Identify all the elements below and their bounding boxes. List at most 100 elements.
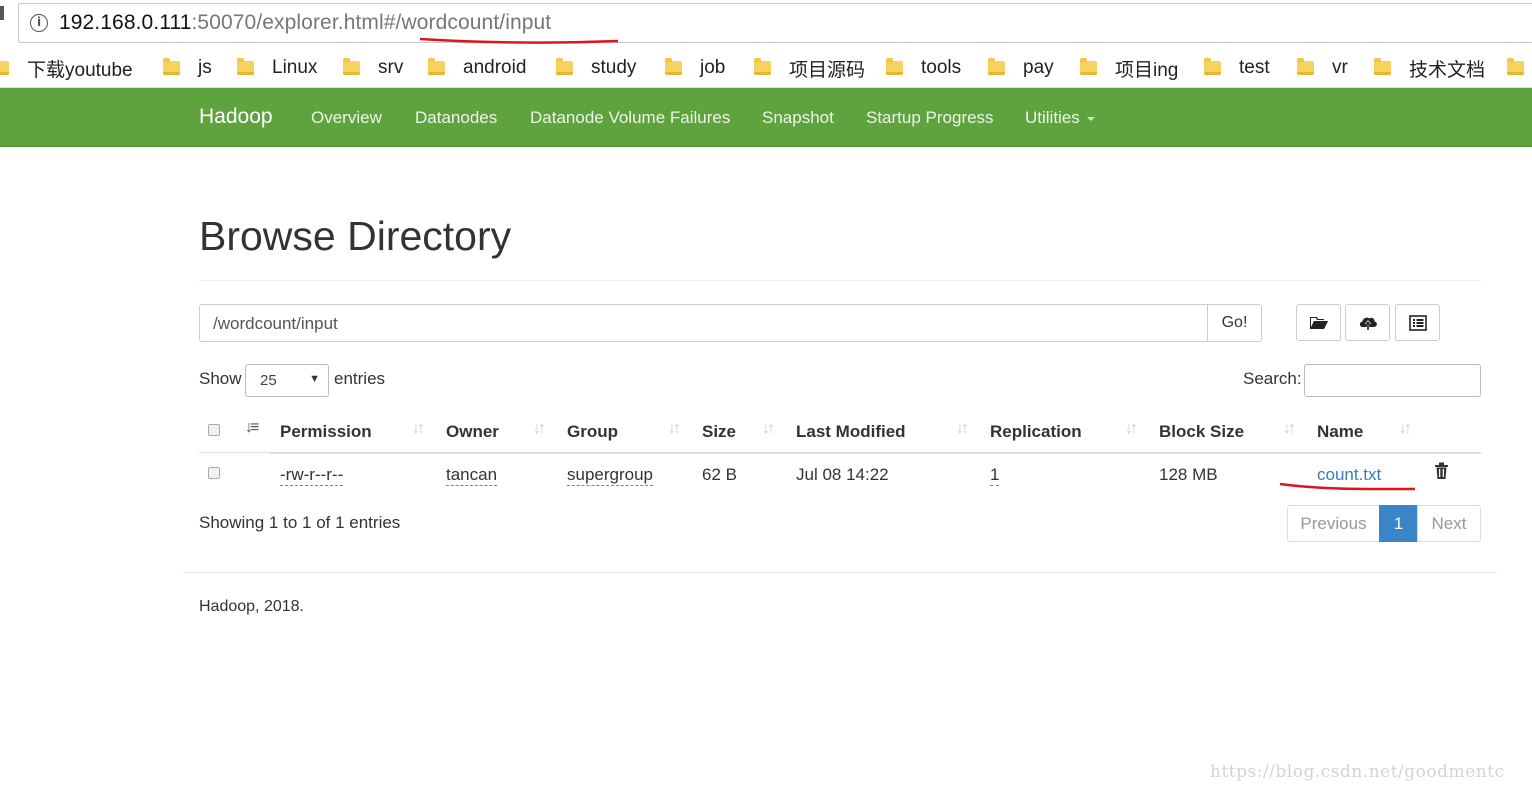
create-directory-button[interactable] [1296, 304, 1341, 341]
red-underline-annotation [419, 37, 619, 44]
show-label: Show [199, 369, 242, 388]
sort-icon[interactable]: ↓↑ [1125, 420, 1138, 438]
column-header-replication[interactable]: Replication [990, 422, 1082, 442]
folder-icon [1080, 58, 1097, 75]
bookmark-item[interactable]: android [428, 56, 526, 80]
nav-overview[interactable]: Overview [311, 108, 382, 128]
bookmark-item[interactable]: 技术文档 [1374, 56, 1485, 81]
sort-icon[interactable]: ↓↑ [956, 420, 969, 438]
folder-icon [163, 58, 180, 75]
bookmarks-bar: 下载youtube js Linux srv android study job… [0, 46, 1532, 88]
sort-icon[interactable]: ↓↑ [412, 420, 425, 438]
url-host: 192.168.0.111 [59, 11, 192, 34]
bookmark-item[interactable]: study [556, 56, 636, 80]
permission-value: -rw-r--r-- [280, 465, 344, 486]
folder-icon [237, 58, 254, 75]
pagination-previous[interactable]: Previous [1287, 505, 1380, 542]
owner-value: tancan [446, 465, 498, 486]
nav-datanode-volume-failures[interactable]: Datanode Volume Failures [530, 108, 730, 128]
footer-text: Hadoop, 2018. [199, 598, 304, 615]
folder-open-icon [1309, 316, 1328, 329]
bookmark-item[interactable]: vr [1297, 56, 1348, 80]
watermark: https://blog.csdn.net/goodmentc [1210, 762, 1505, 782]
folder-icon [754, 58, 771, 75]
directory-path-input[interactable]: /wordcount/input [199, 304, 1208, 342]
cell-permission[interactable]: -rw-r--r-- [280, 465, 344, 486]
folder-icon [988, 58, 1005, 75]
sort-icon[interactable]: ↓↑ [533, 420, 546, 438]
cell-block-size: 128 MB [1159, 465, 1218, 484]
column-header-group[interactable]: Group [567, 422, 618, 442]
column-header-name[interactable]: Name [1317, 422, 1363, 442]
sort-icon[interactable]: ↓↑ [668, 420, 681, 438]
bookmark-item[interactable]: job [665, 56, 725, 80]
nav-startup-progress[interactable]: Startup Progress [866, 108, 994, 128]
folder-icon [0, 61, 9, 75]
bookmark-item[interactable]: tools [886, 56, 961, 80]
nav-datanodes[interactable]: Datanodes [415, 108, 497, 128]
bookmark-item[interactable] [1507, 56, 1532, 80]
table-header-divider [199, 452, 270, 453]
table-header-divider [270, 452, 1481, 454]
bookmark-item[interactable]: 项目源码 [754, 56, 865, 81]
column-header-size[interactable]: Size [702, 422, 736, 442]
footer-divider [183, 572, 1497, 573]
row-checkbox[interactable] [208, 467, 220, 479]
column-header-permission[interactable]: Permission [280, 422, 372, 442]
folder-icon [428, 58, 445, 75]
cut-paste-button[interactable] [1395, 304, 1440, 341]
bookmark-item[interactable]: srv [343, 56, 403, 80]
cell-size: 62 B [702, 465, 737, 484]
entries-per-page-value: 25 [260, 372, 277, 389]
bookmark-item[interactable]: 项目ing [1080, 56, 1178, 81]
folder-icon [1507, 58, 1524, 75]
nav-utilities-label: Utilities [1025, 108, 1080, 127]
cell-last-modified: Jul 08 14:22 [796, 465, 889, 484]
trash-icon[interactable] [1434, 462, 1449, 480]
sort-amount-asc-icon[interactable]: ↓≡ [245, 419, 259, 437]
entries-per-page-select[interactable]: 25 ▼ [245, 364, 329, 397]
folder-icon [665, 58, 682, 75]
group-value: supergroup [567, 465, 654, 486]
caret-down-icon [1086, 116, 1095, 121]
title-divider [199, 280, 1481, 281]
red-underline-annotation [1279, 482, 1415, 491]
page-title: Browse Directory [199, 213, 512, 259]
sort-icon[interactable]: ↓↑ [1399, 420, 1412, 438]
entries-label: entries [334, 369, 386, 388]
pagination-next[interactable]: Next [1417, 505, 1481, 542]
bookmark-item[interactable]: js [163, 56, 212, 80]
upload-files-button[interactable] [1345, 304, 1390, 341]
select-all-checkbox[interactable] [208, 424, 220, 436]
cell-group[interactable]: supergroup [567, 465, 654, 486]
sort-icon[interactable]: ↓↑ [762, 420, 775, 438]
column-header-owner[interactable]: Owner [446, 422, 499, 442]
navbar-brand[interactable]: Hadoop [199, 105, 273, 129]
cell-replication[interactable]: 1 [990, 465, 1000, 486]
nav-utilities[interactable]: Utilities [1025, 108, 1095, 128]
go-button[interactable]: Go! [1207, 304, 1262, 342]
table-info: Showing 1 to 1 of 1 entries [199, 513, 401, 532]
nav-snapshot[interactable]: Snapshot [762, 108, 834, 128]
window-edge [0, 6, 4, 20]
url-path: :50070/explorer.html#/wordcount/input [191, 11, 552, 34]
folder-icon [886, 58, 903, 75]
pagination-page-1[interactable]: 1 [1379, 505, 1418, 542]
folder-icon [1204, 58, 1221, 75]
browser-address-bar: i 192.168.0.111:50070/explorer.html#/wor… [0, 0, 1532, 46]
info-icon[interactable]: i [30, 14, 48, 32]
search-label: Search: [1243, 369, 1302, 388]
bookmark-item[interactable]: test [1204, 56, 1270, 80]
column-header-block-size[interactable]: Block Size [1159, 422, 1244, 442]
search-input[interactable] [1304, 364, 1481, 397]
list-alt-icon [1408, 314, 1427, 331]
url-field[interactable]: i 192.168.0.111:50070/explorer.html#/wor… [18, 3, 1532, 43]
column-header-last-modified[interactable]: Last Modified [796, 422, 906, 442]
bookmark-item[interactable]: 下载youtube [0, 56, 133, 81]
folder-icon [343, 58, 360, 75]
bookmark-item[interactable]: Linux [237, 56, 317, 80]
bookmark-item[interactable]: pay [988, 56, 1054, 80]
dropdown-arrow-icon: ▼ [309, 373, 320, 385]
cell-owner[interactable]: tancan [446, 465, 498, 486]
sort-icon[interactable]: ↓↑ [1283, 420, 1296, 438]
